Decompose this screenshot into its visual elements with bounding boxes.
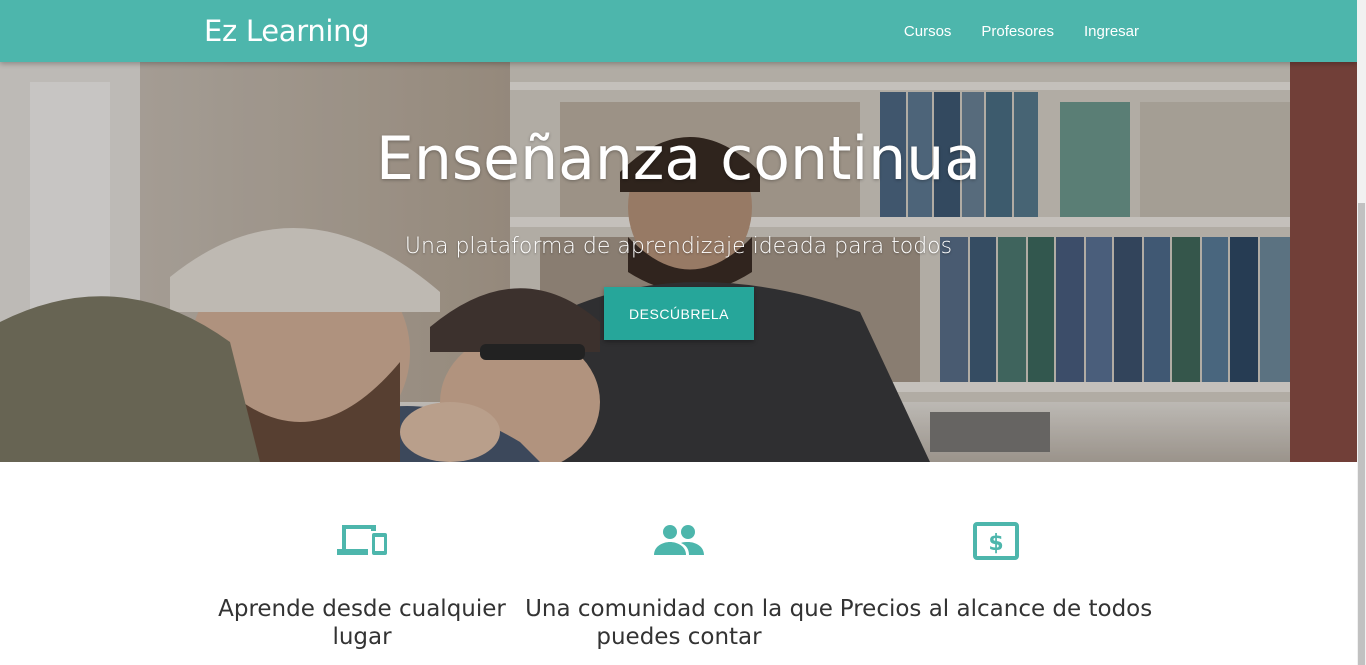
- scrollbar-thumb[interactable]: [1358, 203, 1365, 665]
- hero-overlay: [0, 62, 1357, 462]
- people-icon: [654, 525, 704, 555]
- features-section: Aprende desde cualquier lugar Una comuni…: [0, 462, 1357, 665]
- feature-text: Una comunidad con la que puedes contar: [525, 596, 833, 650]
- feature-text: Precios al alcance de todos: [839, 596, 1153, 622]
- navbar: Ez Learning Cursos Profesores Ingresar: [0, 0, 1357, 62]
- svg-text:$: $: [988, 531, 1003, 556]
- dollar-bill-icon: $: [973, 522, 1019, 560]
- brand-logo[interactable]: Ez Learning: [204, 13, 370, 49]
- nav-link-ingresar[interactable]: Ingresar: [1084, 23, 1139, 40]
- devices-icon: [337, 525, 387, 555]
- page-scrollbar[interactable]: [1357, 0, 1366, 665]
- hero-title: Enseñanza continua: [375, 124, 981, 194]
- nav-links: Cursos Profesores Ingresar: [874, 0, 1139, 62]
- nav-link-cursos[interactable]: Cursos: [904, 23, 952, 40]
- feature-text: Aprende desde cualquier lugar: [218, 596, 506, 650]
- hero-subtitle: Una plataforma de aprendizaje ideada par…: [404, 234, 953, 259]
- hero-section: Enseñanza continua Una plataforma de apr…: [0, 62, 1357, 462]
- nav-link-profesores[interactable]: Profesores: [981, 23, 1054, 40]
- discover-button[interactable]: DESCÚBRELA: [604, 287, 754, 340]
